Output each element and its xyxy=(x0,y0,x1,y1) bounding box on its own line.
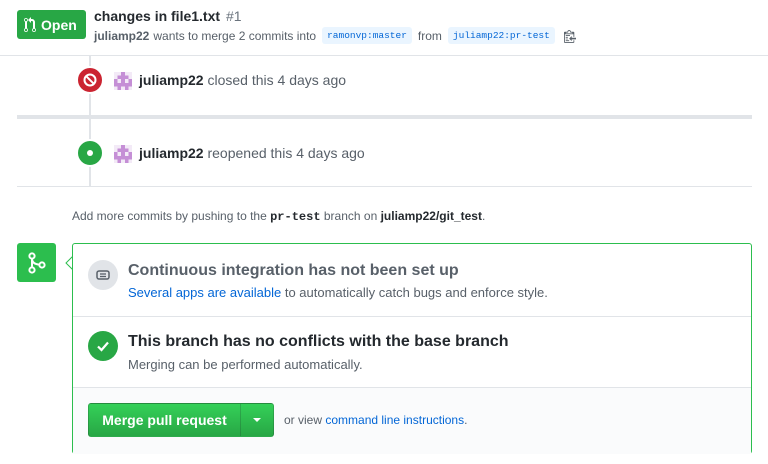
hint-branch: pr-test xyxy=(270,210,321,224)
check-icon xyxy=(88,331,118,361)
event-action: closed this 4 days ago xyxy=(207,72,347,88)
hint-suffix: . xyxy=(481,209,486,223)
apps-link[interactable]: Several apps are available xyxy=(128,285,281,300)
integration-icon xyxy=(88,260,118,290)
merge-box: Continuous integration has not been set … xyxy=(72,243,752,454)
head-branch[interactable]: juliamp22:pr-test xyxy=(447,27,555,44)
ci-title: Continuous integration has not been set … xyxy=(128,262,459,279)
merge-action-section: Merge pull request or view command line … xyxy=(73,388,751,454)
pr-state-label: Open xyxy=(41,16,77,33)
clipboard-icon[interactable] xyxy=(563,29,576,43)
avatar[interactable] xyxy=(114,145,132,163)
git-merge-icon xyxy=(17,243,56,282)
pr-meta: juliamp22 wants to merge 2 commits into … xyxy=(94,27,576,44)
pr-number: #1 xyxy=(225,8,242,24)
timeline-divider xyxy=(17,115,752,119)
command-line-instructions-link[interactable]: command line instructions xyxy=(325,413,464,427)
conflicts-section: This branch has no conflicts with the ba… xyxy=(73,317,751,388)
hint-repo: juliamp22/git_test xyxy=(380,209,482,223)
dot-icon xyxy=(76,139,104,167)
event-action: reopened this 4 days ago xyxy=(207,145,365,161)
hint-prefix: Add more commits by pushing to the xyxy=(72,209,267,223)
or-view-text: or view xyxy=(284,413,323,427)
conflicts-title: This branch has no conflicts with the ba… xyxy=(128,333,509,350)
pr-author[interactable]: juliamp22 xyxy=(94,29,149,43)
push-hint: Add more commits by pushing to the pr-te… xyxy=(72,209,485,224)
merge-button-group: Merge pull request xyxy=(88,403,274,437)
timeline-event-reopened: juliamp22 reopened this 4 days ago xyxy=(0,133,768,173)
conflicts-description: Merging can be performed automatically. xyxy=(128,357,363,372)
timeline-end-divider xyxy=(17,186,752,187)
git-pull-request-icon xyxy=(24,16,36,32)
ci-description: Several apps are available to automatica… xyxy=(128,285,548,300)
event-text: juliamp22 reopened this 4 days ago xyxy=(139,145,365,161)
chevron-down-icon xyxy=(253,418,261,422)
blocked-icon xyxy=(76,66,104,94)
event-text: juliamp22 closed this 4 days ago xyxy=(139,72,346,88)
cli-hint: or view command line instructions. xyxy=(284,413,467,427)
ci-text: to automatically catch bugs and enforce … xyxy=(284,285,548,300)
hint-middle: branch on xyxy=(323,209,378,223)
event-actor[interactable]: juliamp22 xyxy=(139,145,204,161)
cli-suffix: . xyxy=(464,413,468,427)
avatar[interactable] xyxy=(114,72,132,90)
merge-pull-request-button[interactable]: Merge pull request xyxy=(88,403,241,437)
pr-header: Open changes in file1.txt #1 juliamp22 w… xyxy=(0,0,768,56)
base-branch[interactable]: ramonvp:master xyxy=(322,27,412,44)
from-text: from xyxy=(417,28,442,43)
pr-title-text: changes in file1.txt xyxy=(94,8,221,24)
timeline-event-closed: juliamp22 closed this 4 days ago xyxy=(0,60,768,100)
pr-title: changes in file1.txt #1 xyxy=(94,8,242,24)
event-actor[interactable]: juliamp22 xyxy=(139,72,204,88)
pr-state-badge: Open xyxy=(17,10,86,39)
pr-meta-text: wants to merge 2 commits into xyxy=(153,28,317,43)
ci-section: Continuous integration has not been set … xyxy=(73,244,751,317)
merge-method-dropdown[interactable] xyxy=(241,403,274,437)
